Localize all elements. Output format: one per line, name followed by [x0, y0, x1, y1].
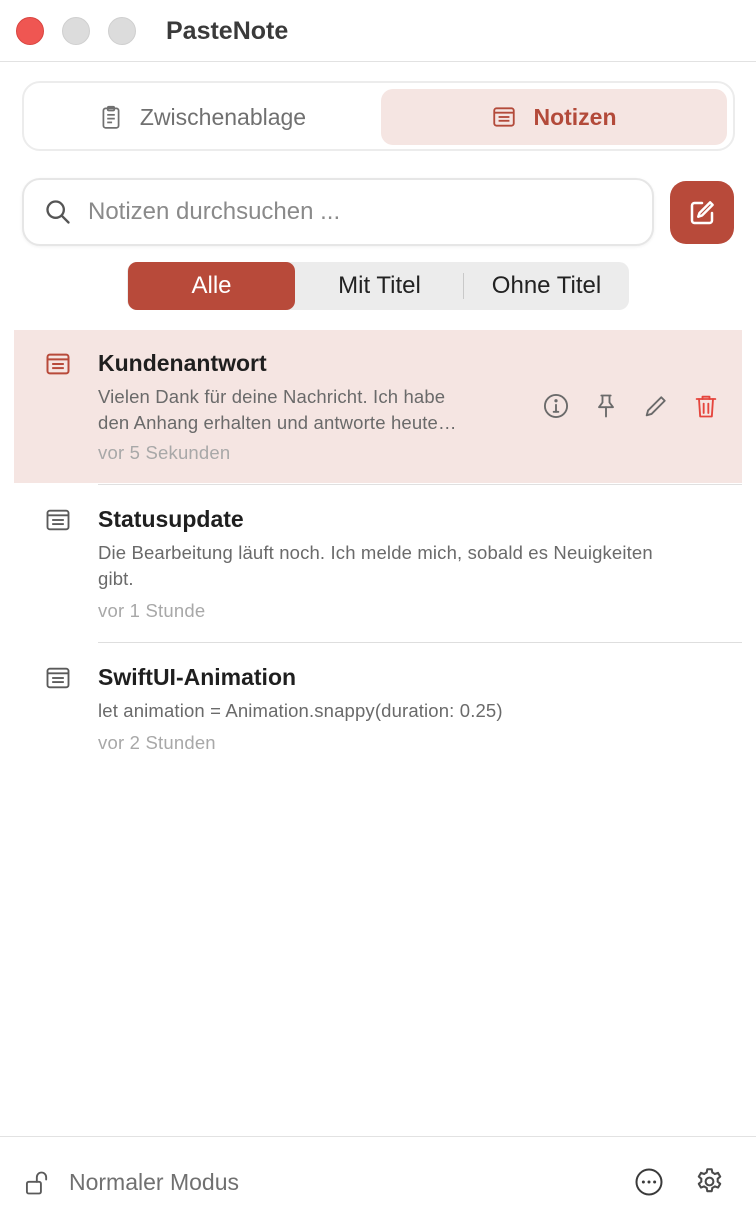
- note-title: Kundenantwort: [98, 350, 267, 376]
- note-icon: [46, 353, 70, 375]
- note-timestamp: vor 1 Stunde: [98, 600, 206, 621]
- note-icon: [493, 107, 516, 127]
- tab-clipboard-label: Zwischenablage: [139, 103, 307, 130]
- info-button[interactable]: [542, 392, 570, 420]
- trash-icon: [695, 395, 717, 418]
- title-bar: PasteNote: [0, 0, 756, 62]
- note-timestamp: vor 2 Stunden: [98, 732, 216, 753]
- filter-all-button[interactable]: Alle: [128, 262, 295, 310]
- gear-icon[interactable]: [694, 1166, 725, 1197]
- info-icon: [543, 393, 569, 419]
- minimize-window-button[interactable]: [62, 17, 90, 45]
- note-title: Statusupdate: [98, 506, 244, 532]
- note-title: SwiftUI-Animation: [98, 664, 297, 690]
- note-preview-line: gibt.: [98, 568, 134, 589]
- new-note-button[interactable]: [670, 181, 734, 244]
- note-actions: [542, 392, 720, 420]
- footer-bar: Normaler Modus: [0, 1136, 756, 1220]
- tab-notes-label: Notizen: [533, 103, 617, 130]
- tab-clipboard[interactable]: Zwischenablage: [28, 89, 376, 145]
- list-divider: [98, 484, 742, 485]
- edit-button[interactable]: [642, 392, 670, 420]
- pin-icon: [598, 394, 614, 418]
- clipboard-icon: [102, 105, 120, 129]
- search-input[interactable]: [88, 198, 608, 226]
- note-preview: Vielen Dank für deine Nachricht. Ich hab…: [98, 384, 457, 436]
- note-preview: Die Bearbeitung läuft noch. Ich melde mi…: [98, 540, 653, 592]
- list-divider: [98, 642, 742, 643]
- pin-button[interactable]: [592, 392, 620, 420]
- delete-button[interactable]: [692, 392, 720, 420]
- zoom-window-button[interactable]: [108, 17, 136, 45]
- note-item-swiftui-animation[interactable]: SwiftUI-Animation let animation = Animat…: [14, 644, 742, 770]
- note-icon: [46, 667, 70, 689]
- more-options-icon[interactable]: [634, 1167, 664, 1197]
- note-preview-line: let animation = Animation.snappy(duratio…: [98, 700, 503, 721]
- search-icon: [46, 200, 70, 224]
- view-switcher: Zwischenablage Notizen: [22, 81, 735, 151]
- search-box: [22, 178, 654, 246]
- pencil-icon: [645, 396, 666, 417]
- app-title: PasteNote: [166, 17, 289, 45]
- filter-with-title-button[interactable]: Mit Titel: [297, 262, 462, 310]
- note-preview: let animation = Animation.snappy(duratio…: [98, 698, 503, 724]
- close-window-button[interactable]: [16, 17, 44, 45]
- tab-notes[interactable]: Notizen: [381, 89, 727, 145]
- note-item-kundenantwort[interactable]: Kundenantwort Vielen Dank für deine Nach…: [14, 330, 742, 483]
- note-preview-line: den Anhang erhalten und antworte heute…: [98, 412, 457, 433]
- note-item-statusupdate[interactable]: Statusupdate Die Bearbeitung läuft noch.…: [14, 486, 742, 643]
- unlock-icon[interactable]: [24, 1169, 52, 1197]
- note-icon: [46, 509, 70, 531]
- note-preview-line: Vielen Dank für deine Nachricht. Ich hab…: [98, 386, 446, 407]
- note-preview-line: Die Bearbeitung läuft noch. Ich melde mi…: [98, 542, 653, 563]
- note-timestamp: vor 5 Sekunden: [98, 442, 231, 463]
- filter-control: Alle Mit Titel Ohne Titel: [127, 262, 629, 310]
- mode-label[interactable]: Normaler Modus: [69, 1169, 239, 1196]
- compose-icon: [690, 200, 714, 224]
- filter-without-title-button[interactable]: Ohne Titel: [464, 262, 629, 310]
